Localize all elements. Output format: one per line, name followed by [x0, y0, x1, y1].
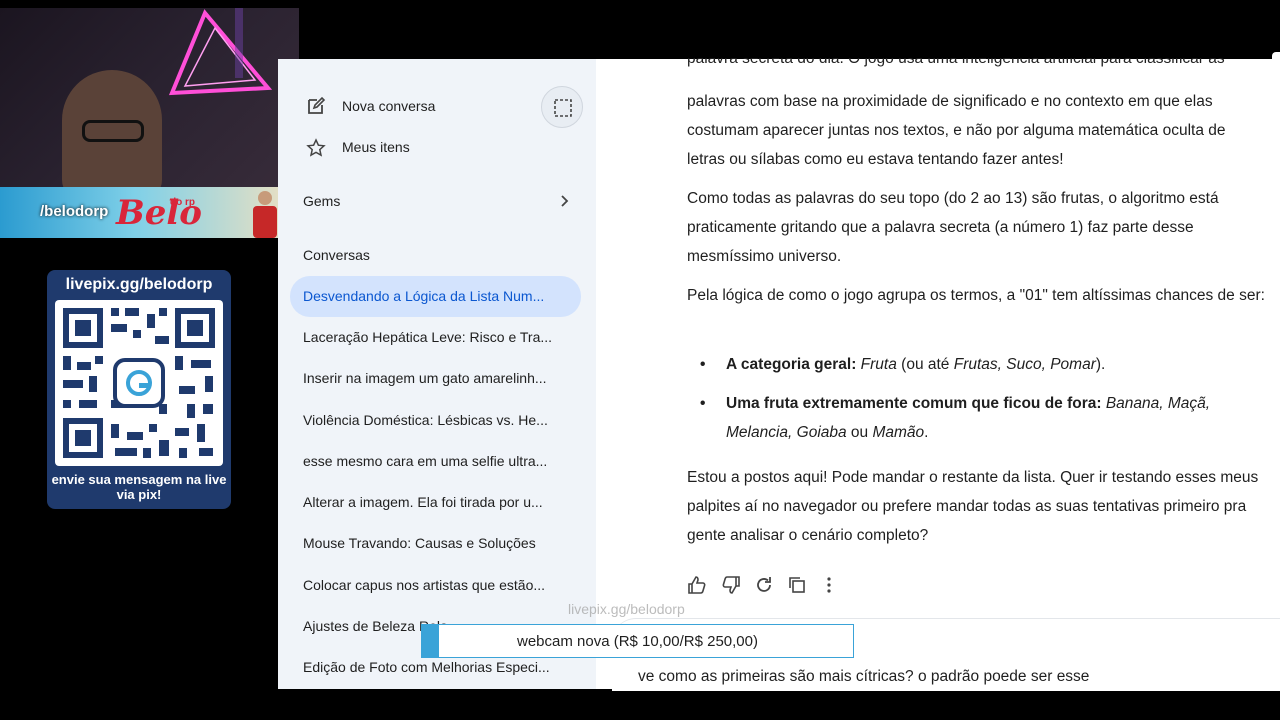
response-paragraph-4: Estou a postos aqui! Pode mandar o resta…: [687, 469, 1259, 544]
chevron-right-icon[interactable]: [557, 194, 571, 208]
sidebar-toggle-icon: [554, 99, 572, 117]
goal-text: webcam nova (R$ 10,00/R$ 250,00): [517, 633, 758, 650]
bullet-bold: Uma fruta extremamente comum que ficou d…: [726, 395, 1102, 412]
thumbs-up-icon[interactable]: [687, 575, 707, 595]
conversation-title: Mouse Travando: Causas e Soluções: [303, 535, 536, 551]
bullet-dot: •: [700, 395, 706, 412]
bullet-italic: Mamão: [872, 424, 925, 441]
my-items-link[interactable]: Meus itens: [342, 139, 410, 155]
conversation-title: Violência Doméstica: Lésbicas vs. He...: [303, 412, 548, 428]
thumbs-down-icon[interactable]: [721, 575, 741, 595]
response-paragraph-2: Como todas as palavras do seu topo (do 2…: [687, 190, 1219, 265]
gem-star-icon: [306, 138, 326, 157]
bullet-text: .: [924, 424, 929, 441]
conversation-item[interactable]: esse mesmo cara em uma selfie ultra...: [290, 441, 581, 482]
edit-icon[interactable]: [306, 96, 326, 116]
bullet-text: (ou até: [896, 356, 954, 373]
conversation-item[interactable]: Violência Doméstica: Lésbicas vs. He...: [290, 400, 581, 441]
prompt-input-text[interactable]: ve como as primeiras são mais cítricas? …: [638, 668, 1089, 686]
bullet-italic: Fruta: [860, 356, 897, 373]
conversation-title: Inserir na imagem um gato amarelinh...: [303, 370, 547, 386]
sidebar-toggle-button[interactable]: [541, 86, 583, 128]
more-icon[interactable]: [819, 575, 839, 595]
bullet-text: ou: [846, 424, 873, 441]
stream-handle: /belodorp: [40, 203, 109, 220]
qr-code: [55, 300, 223, 466]
conversation-title: esse mesmo cara em uma selfie ultra...: [303, 453, 548, 469]
bullet-italic: Frutas, Suco, Pomar: [953, 356, 1096, 373]
response-paragraph-1a: palavra secreta do dia. O jogo usa uma i…: [687, 58, 1267, 87]
response-line: palavras com base na proximidade de sign…: [687, 93, 1213, 110]
window-corner: [1272, 52, 1280, 60]
qr-code-icon: [63, 308, 215, 458]
bullet-dot: •: [700, 356, 706, 373]
conversation-title: Edição de Foto com Melhorias Especi...: [303, 659, 550, 675]
response-line: palavra secreta do dia. O jogo usa uma i…: [687, 58, 1225, 67]
regenerate-icon[interactable]: [754, 575, 774, 595]
response-line: letras ou sílabas como eu estava tentand…: [687, 151, 1064, 168]
conversation-item[interactable]: Desvendando a Lógica da Lista Num...: [290, 276, 581, 317]
bullet-bold: A categoria geral:: [726, 356, 857, 373]
new-chat-button[interactable]: Nova conversa: [342, 98, 435, 114]
conversation-item[interactable]: Colocar capus nos artistas que estão...: [290, 565, 581, 606]
conversation-item[interactable]: Alterar a imagem. Ela foi tirada por u..…: [290, 482, 581, 523]
conversation-title: Laceração Hepática Leve: Risco e Tra...: [303, 329, 553, 345]
copy-icon[interactable]: [787, 575, 807, 595]
conversation-item[interactable]: Inserir na imagem um gato amarelinh...: [290, 358, 581, 399]
response-paragraph-1b: palavras com base na proximidade de sign…: [687, 87, 1267, 174]
conversation-title: Colocar capus nos artistas que estão...: [303, 577, 546, 593]
gems-section[interactable]: Gems: [303, 193, 340, 209]
pix-message: envie sua mensagem na live via pix!: [51, 472, 227, 502]
conversation-item[interactable]: Laceração Hepática Leve: Risco e Tra...: [290, 317, 581, 358]
conversation-title: Desvendando a Lógica da Lista Num...: [303, 288, 545, 304]
glasses-shape: [82, 120, 144, 142]
stream-logo-sub: do rp: [170, 197, 195, 208]
livepix-watermark: livepix.gg/belodorp: [568, 601, 685, 617]
response-paragraph-3: Pela lógica de como o jogo agrupa os ter…: [687, 287, 1265, 304]
response-line: costumam aparecer juntas nos textos, e n…: [687, 122, 1226, 139]
pix-url: livepix.gg/belodorp: [65, 276, 213, 293]
bullet-text: ).: [1095, 356, 1106, 373]
conversation-item[interactable]: Mouse Travando: Causas e Soluções: [290, 523, 581, 564]
conversation-title: Alterar a imagem. Ela foi tirada por u..…: [303, 494, 543, 510]
conversations-header: Conversas: [303, 247, 370, 263]
